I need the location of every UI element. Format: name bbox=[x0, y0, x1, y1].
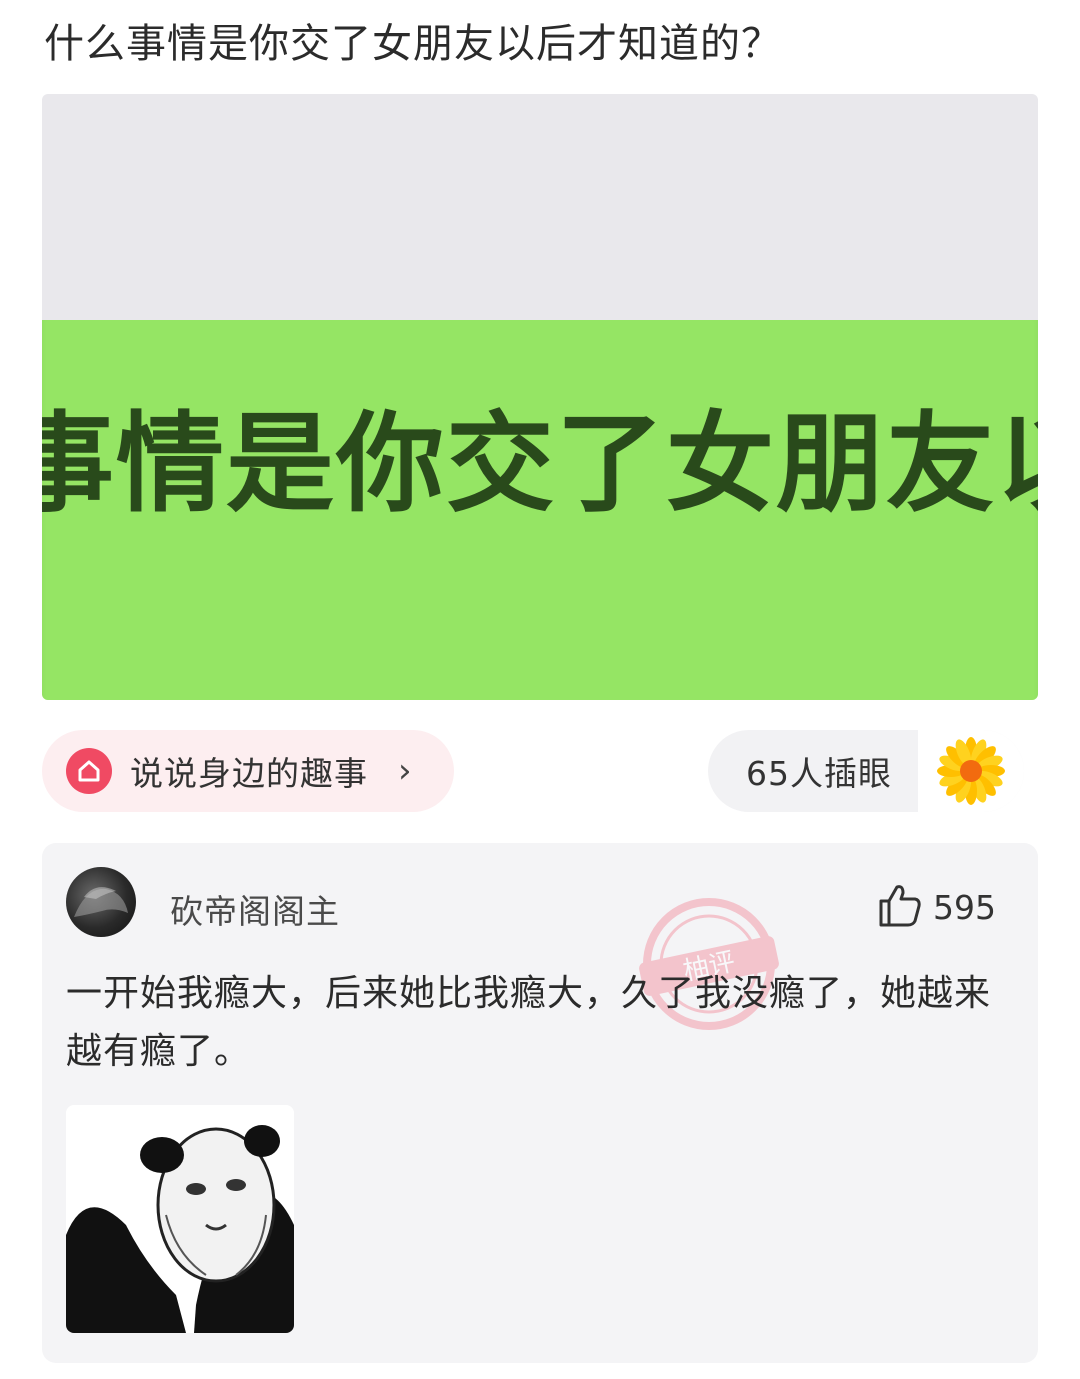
reaction-count: 65人插眼 bbox=[746, 754, 892, 793]
post-image[interactable]: 事情是你交了女朋友以后 bbox=[42, 94, 1038, 700]
chevron-right-icon: › bbox=[398, 751, 412, 791]
chat-bubble-band: 事情是你交了女朋友以后 bbox=[42, 320, 1038, 700]
avatar[interactable] bbox=[66, 867, 136, 937]
topic-chip[interactable]: 说说身边的趣事 › bbox=[42, 730, 454, 812]
post-title: 什么事情是你交了女朋友以后才知道的？ bbox=[44, 21, 782, 67]
panda-meme-image[interactable] bbox=[66, 1105, 294, 1333]
post-image-text: 事情是你交了女朋友以后 bbox=[42, 402, 1038, 527]
home-icon bbox=[66, 748, 112, 794]
like-count: 595 bbox=[933, 887, 996, 927]
username[interactable]: 砍帝阁阁主 bbox=[170, 885, 340, 933]
sunflower-icon bbox=[918, 730, 1024, 812]
comment-text: 一开始我瘾大，后来她比我瘾大，久了我没瘾了，她越来越有瘾了。 bbox=[66, 973, 992, 1072]
comment-card: 砍帝阁阁主 柚评 595 一开始我瘾大，后来她比我瘾大，久了我没瘾了，她越来越有… bbox=[42, 843, 1038, 1363]
reaction-chip[interactable]: 65人插眼 bbox=[708, 730, 1024, 812]
like-button[interactable]: 595 bbox=[875, 881, 996, 933]
topic-chip-label: 说说身边的趣事 bbox=[130, 754, 368, 793]
thumbs-up-icon bbox=[875, 881, 923, 933]
